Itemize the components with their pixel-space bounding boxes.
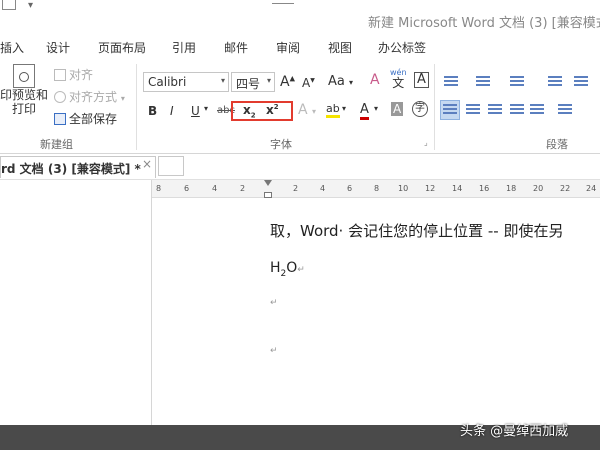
align-button[interactable]: 对齐 — [54, 66, 93, 83]
clear-format-button[interactable]: A — [370, 72, 380, 88]
ruler-tick: 16 — [479, 184, 490, 193]
align-mode-icon — [54, 91, 66, 103]
tab-mailings[interactable]: 邮件 — [224, 39, 248, 56]
document-tab[interactable]: rd 文档 (3) [兼容模式] * — [0, 156, 156, 178]
group-label-new: 新建组 — [40, 138, 73, 151]
ruler-tick: 6 — [184, 184, 190, 193]
underline-button[interactable]: U — [191, 104, 200, 118]
ruler-tick: 2 — [240, 184, 246, 193]
ruler-tick: 20 — [533, 184, 544, 193]
tab-review[interactable]: 审阅 — [276, 39, 300, 56]
text-effect-button[interactable]: A ▾ — [298, 102, 316, 118]
save-all-label: 全部保存 — [69, 112, 118, 126]
paragraph-mark: ↵ — [270, 298, 278, 308]
chevron-down-icon: ▾ — [220, 76, 225, 85]
multilevel-list-icon[interactable] — [510, 76, 524, 88]
chevron-down-icon: ▾ — [266, 76, 271, 85]
ruler-tick: 10 — [398, 184, 409, 193]
align-right-icon[interactable] — [488, 104, 502, 116]
font-color-button[interactable]: A — [360, 102, 369, 120]
ruler-tick: 8 — [374, 184, 380, 193]
ruler-tick: 2 — [293, 184, 299, 193]
print-preview-label-2: 打印 — [11, 102, 36, 116]
watermark: 头条 @曼绰西加威 — [460, 424, 569, 439]
tab-design[interactable]: 设计 — [46, 39, 70, 56]
chevron-down-icon[interactable]: ▾ — [374, 104, 378, 113]
line-spacing-icon[interactable] — [558, 104, 572, 116]
print-preview-icon — [13, 64, 35, 88]
grow-font-button[interactable]: A▲ — [280, 74, 295, 90]
align-mode-button[interactable]: 对齐方式 ▾ — [54, 88, 125, 105]
bullets-icon[interactable] — [444, 76, 458, 88]
justify-icon[interactable] — [510, 104, 524, 116]
ruler-tick: 24 — [586, 184, 597, 193]
tab-insert[interactable]: 插入 — [0, 39, 24, 56]
first-line-indent-marker[interactable] — [264, 180, 272, 186]
font-name-value: Calibri — [148, 75, 187, 89]
document-line: 取，Word· 会记住您的停止位置 -- 即使在另 — [270, 222, 564, 240]
document-page[interactable]: 取，Word· 会记住您的停止位置 -- 即使在另 H2O↵ ↵ ↵ — [152, 198, 600, 425]
chevron-down-icon[interactable]: ▾ — [342, 104, 346, 113]
ruler-tick: 22 — [560, 184, 571, 193]
align-center-icon[interactable] — [466, 104, 480, 116]
print-preview-button[interactable]: 印预览和 打印 — [0, 62, 48, 132]
numbering-icon[interactable] — [476, 76, 490, 88]
save-all-button[interactable]: 全部保存 — [54, 110, 117, 127]
ruler-tick: 4 — [212, 184, 218, 193]
title-bar: ▾ 新建 Microsoft Word 文档 (3) [兼容模式] - — [0, 0, 600, 36]
document-tab-label: rd 文档 (3) [兼容模式] * — [1, 162, 141, 176]
increase-indent-icon[interactable] — [574, 76, 588, 88]
enclose-characters-button[interactable]: 字 — [412, 101, 428, 117]
character-border-button[interactable]: A — [414, 72, 429, 88]
ruler-tick: 12 — [425, 184, 436, 193]
ruler-tick: 4 — [320, 184, 326, 193]
phonetic-guide-button[interactable]: wén 文 — [390, 68, 407, 90]
underline-dropdown-icon[interactable]: ▾ — [204, 104, 208, 113]
group-label-font: 字体 — [270, 138, 292, 151]
highlight-button[interactable]: ab — [326, 102, 340, 118]
subscript-superscript-highlight — [231, 101, 293, 121]
document-line-h2o: H2O↵ — [270, 260, 305, 279]
title-separator — [272, 0, 294, 4]
group-divider — [434, 64, 435, 150]
decrease-indent-icon[interactable] — [548, 76, 562, 88]
tab-office-tab[interactable]: 办公标签 — [378, 39, 426, 56]
group-divider — [136, 64, 137, 150]
bold-button[interactable]: B — [148, 104, 157, 118]
italic-button[interactable]: I — [170, 104, 174, 118]
ruler-tick: 18 — [506, 184, 517, 193]
align-icon — [54, 69, 66, 81]
paragraph-mark: ↵ — [270, 346, 278, 356]
change-case-button[interactable]: Aa ▾ — [328, 74, 353, 89]
align-mode-label: 对齐方式 — [69, 90, 118, 104]
quick-access-dropdown-icon[interactable]: ▾ — [28, 0, 33, 11]
ribbon-tabs: 插入 设计 页面布局 引用 邮件 审阅 视图 办公标签 — [0, 36, 600, 58]
quick-access-icon[interactable] — [2, 0, 16, 10]
group-label-paragraph: 段落 — [546, 138, 568, 151]
font-size-value: 四号 — [236, 77, 261, 91]
font-name-select[interactable]: Calibri ▾ — [143, 72, 229, 92]
ribbon: 印预览和 打印 对齐 对齐方式 ▾ 全部保存 新建组 Calibri ▾ 四号 ▾ … — [0, 58, 600, 154]
save-icon — [54, 113, 66, 125]
window-title: 新建 Microsoft Word 文档 (3) [兼容模式] - — [368, 16, 600, 31]
tab-page-layout[interactable]: 页面布局 — [98, 39, 146, 56]
font-size-select[interactable]: 四号 ▾ — [231, 72, 275, 92]
ruler-tick: 6 — [347, 184, 353, 193]
distributed-icon[interactable] — [530, 104, 544, 116]
character-shading-button[interactable]: A — [391, 102, 404, 116]
tab-references[interactable]: 引用 — [172, 39, 196, 56]
tab-view[interactable]: 视图 — [328, 39, 352, 56]
left-pane — [0, 180, 152, 425]
ruler-tick: 14 — [452, 184, 463, 193]
ruler-tick: 8 — [156, 184, 162, 193]
close-icon[interactable]: × — [142, 157, 152, 171]
font-dialog-launcher-icon[interactable]: ⌟ — [424, 138, 428, 147]
align-left-icon — [443, 104, 457, 116]
new-tab-button[interactable] — [158, 156, 184, 176]
horizontal-ruler[interactable]: 8 6 4 2 2 4 6 8 10 12 14 16 18 20 22 24 — [152, 180, 600, 198]
print-preview-label-1: 印预览和 — [0, 88, 49, 102]
shrink-font-button[interactable]: A▼ — [302, 76, 315, 90]
align-label: 对齐 — [69, 68, 94, 82]
